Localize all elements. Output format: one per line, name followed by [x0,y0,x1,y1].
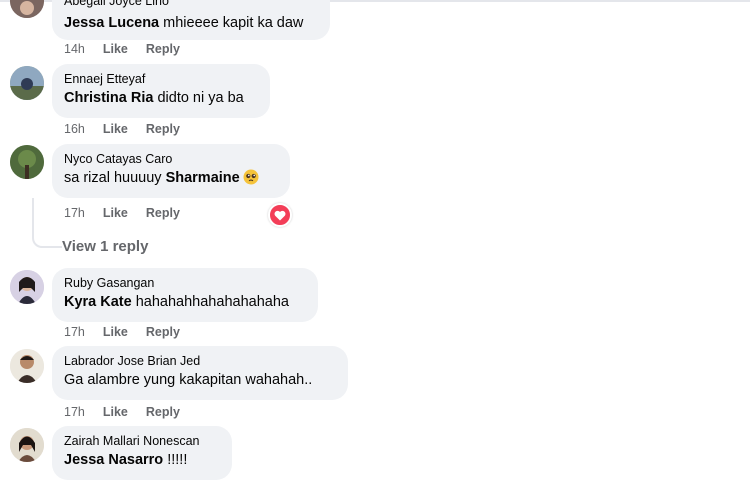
comment-text: Jessa Lucena mhieeee kapit ka daw [64,15,304,31]
comment-actions: 16h Like Reply [64,122,198,136]
like-button[interactable]: Like [103,405,128,419]
avatar[interactable] [10,428,44,462]
comment-author[interactable]: Zairah Mallari Nonescan [64,434,220,449]
mention-link[interactable]: Christina Ria [64,90,153,106]
like-button[interactable]: Like [103,122,128,136]
comment-text: Ga alambre yung kakapitan wahahah.. [64,372,313,388]
like-button[interactable]: Like [103,325,128,339]
pleading-face-emoji [243,169,259,191]
comment-time[interactable]: 16h [64,122,85,136]
comment-text: Kyra Kate hahahahhahahahahaha [64,294,289,310]
like-button[interactable]: Like [103,42,128,56]
avatar[interactable] [10,349,44,383]
reply-button[interactable]: Reply [146,42,180,56]
comment-actions: 17h Like Reply [64,206,198,220]
comment-actions: 14h Like Reply [64,42,198,56]
comment-bubble: Ennaej Etteyaf Christina Ria didto ni ya… [52,64,270,118]
comment-actions: 17h Like Reply [64,325,198,339]
comment-text: sa rizal huuuuy Sharmaine [64,169,278,191]
comment-author[interactable]: Nyco Catayas Caro [64,152,278,167]
comment-bubble: Labrador Jose Brian Jed Ga alambre yung … [52,346,348,400]
like-button[interactable]: Like [103,206,128,220]
comment-time[interactable]: 17h [64,206,85,220]
comment-text: Jessa Nasarro !!!!! [64,452,188,468]
comment-bubble: Nyco Catayas Caro sa rizal huuuuy Sharma… [52,144,290,198]
reply-button[interactable]: Reply [146,325,180,339]
comment-author[interactable]: Abegail Joyce Lino [64,0,318,9]
comment-actions: 17h Like Reply [64,405,198,419]
comment-time[interactable]: 17h [64,405,85,419]
avatar[interactable] [10,270,44,304]
comment-time[interactable]: 14h [64,42,85,56]
comment-bubble: Ruby Gasangan Kyra Kate hahahahhahahahah… [52,268,318,322]
comment-author[interactable]: Ennaej Etteyaf [64,72,258,87]
avatar[interactable] [10,145,44,179]
avatar[interactable] [10,66,44,100]
mention-link[interactable]: Kyra Kate [64,294,132,310]
reply-button[interactable]: Reply [146,122,180,136]
comment-author[interactable]: Labrador Jose Brian Jed [64,354,336,369]
comment-time[interactable]: 17h [64,325,85,339]
view-replies-link[interactable]: View 1 reply [62,238,148,255]
comment-bubble: Zairah Mallari Nonescan Jessa Nasarro !!… [52,426,232,480]
mention-link[interactable]: Jessa Lucena [64,15,159,31]
reply-button[interactable]: Reply [146,405,180,419]
heart-icon[interactable] [268,203,292,227]
comment-bubble: Abegail Joyce Lino Jessa Lucena mhieeee … [52,0,330,40]
mention-link[interactable]: Jessa Nasarro [64,452,163,468]
reply-thread-line [32,198,62,248]
reply-button[interactable]: Reply [146,206,180,220]
avatar[interactable] [10,0,44,18]
mention-link[interactable]: Sharmaine [166,170,240,186]
comment-text: Christina Ria didto ni ya ba [64,90,244,106]
comment-author[interactable]: Ruby Gasangan [64,276,306,291]
